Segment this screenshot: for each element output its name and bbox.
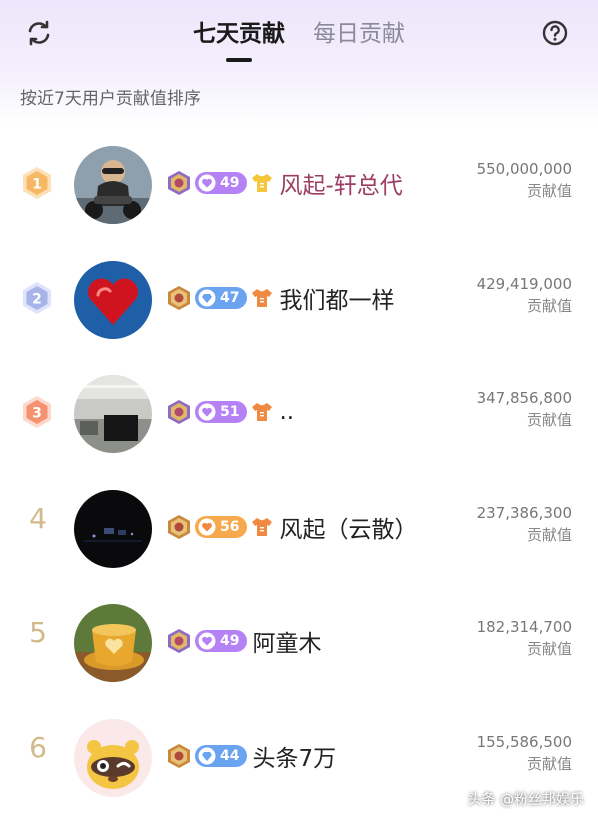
crest-icon (168, 744, 190, 768)
rank-number: 4 (29, 502, 47, 535)
active-tab-indicator (226, 58, 252, 62)
level-number: 56 (220, 519, 240, 535)
score-value: 155,586,500 (476, 733, 572, 751)
level-badge: 51 (195, 401, 248, 423)
score-value: 182,314,700 (476, 618, 572, 636)
crest-icon (168, 171, 190, 195)
avatar[interactable] (74, 146, 152, 224)
tab-seven-day[interactable]: 七天贡献 (193, 14, 285, 62)
user-badges: 56 风起（云散） (166, 514, 417, 543)
level-badge: 56 (195, 516, 248, 538)
contribution-score: 155,586,500 贡献值 (477, 731, 572, 775)
user-badges: 47 我们都一样 (166, 285, 394, 314)
level-heart-icon (198, 403, 216, 421)
fan-club-shirt-icon (252, 174, 273, 192)
score-value: 550,000,000 (476, 160, 572, 178)
ranking-row-1[interactable]: 1 49 风起-轩总代 550,000,000 贡献值 (0, 128, 598, 242)
username[interactable]: 头条7万 (252, 739, 336, 773)
tab-seven-day-label: 七天贡献 (193, 21, 285, 47)
avatar[interactable] (74, 490, 152, 568)
ranking-row-3[interactable]: 3 51 .. 347,856,800 贡献值 (0, 357, 598, 471)
score-label: 贡献值 (526, 755, 572, 773)
rank-number: 6 (29, 731, 47, 764)
score-label: 贡献值 (526, 640, 572, 658)
user-badges: 49 风起-轩总代 (166, 170, 403, 199)
level-number: 47 (220, 290, 240, 306)
level-badge: 44 (195, 745, 248, 767)
level-heart-icon (198, 632, 216, 650)
contribution-score: 237,386,300 贡献值 (477, 502, 572, 546)
contribution-score: 429,419,000 贡献值 (477, 273, 572, 317)
level-number: 51 (220, 404, 240, 420)
avatar[interactable] (74, 261, 152, 339)
level-diamond-icon (198, 747, 216, 765)
score-label: 贡献值 (526, 526, 572, 544)
ranking-row-2[interactable]: 2 47 我们都一样 429,419,000 贡献值 (0, 243, 598, 357)
username[interactable]: 风起（云散） (279, 510, 417, 544)
user-badges: 49 阿童木 (166, 628, 321, 657)
help-button[interactable] (538, 16, 572, 50)
score-value: 429,419,000 (476, 275, 572, 293)
score-label: 贡献值 (526, 297, 572, 315)
username[interactable]: 阿童木 (252, 624, 321, 658)
fan-club-shirt-icon (252, 403, 273, 421)
ranking-row-4[interactable]: 4 56 风起（云散） 237,386,300 贡献值 (0, 472, 598, 586)
help-circle-icon (542, 20, 568, 46)
score-label: 贡献值 (526, 182, 572, 200)
tab-daily[interactable]: 每日贡献 (313, 14, 405, 54)
level-badge: 49 (195, 630, 248, 652)
ranking-row-5[interactable]: 5 49 阿童木 182,314,700 贡献值 (0, 586, 598, 700)
user-badges: 44 头条7万 (166, 743, 336, 772)
watermark: 头条 @粉丝邦娱乐 (467, 792, 584, 808)
avatar[interactable] (74, 375, 152, 453)
crest-icon (168, 515, 190, 539)
crest-icon (168, 286, 190, 310)
score-value: 237,386,300 (476, 504, 572, 522)
contribution-score: 347,856,800 贡献值 (477, 387, 572, 431)
avatar[interactable] (74, 604, 152, 682)
contribution-score: 182,314,700 贡献值 (477, 616, 572, 660)
level-number: 49 (220, 633, 240, 649)
username[interactable]: .. (279, 399, 294, 425)
rank-silver-badge-icon: 2 (23, 282, 51, 314)
level-heart-icon (198, 518, 216, 536)
level-heart-icon (198, 174, 216, 192)
rank-badge-number: 1 (32, 177, 42, 193)
tab-bar: 七天贡献 每日贡献 (0, 14, 598, 64)
level-number: 49 (220, 175, 240, 191)
level-badge: 49 (195, 172, 248, 194)
avatar[interactable] (74, 719, 152, 797)
rank-gold-badge-icon: 1 (23, 167, 51, 199)
rank-bronze-badge-icon: 3 (23, 396, 51, 428)
level-diamond-icon (198, 289, 216, 307)
tab-daily-label: 每日贡献 (313, 21, 405, 47)
fan-club-shirt-icon (252, 289, 273, 307)
username[interactable]: 我们都一样 (279, 281, 394, 315)
ranking-subtitle: 按近7天用户贡献值排序 (20, 89, 201, 109)
contribution-score: 550,000,000 贡献值 (477, 158, 572, 202)
username[interactable]: 风起-轩总代 (279, 166, 402, 200)
rank-badge-number: 2 (32, 292, 42, 308)
score-label: 贡献值 (526, 411, 572, 429)
rank-number: 5 (29, 616, 47, 649)
level-number: 44 (220, 748, 240, 764)
rank-badge-number: 3 (32, 406, 42, 422)
fan-club-shirt-icon (252, 518, 273, 536)
level-badge: 47 (195, 287, 248, 309)
crest-icon (168, 400, 190, 424)
score-value: 347,856,800 (476, 389, 572, 407)
crest-icon (168, 629, 190, 653)
user-badges: 51 .. (166, 399, 294, 425)
